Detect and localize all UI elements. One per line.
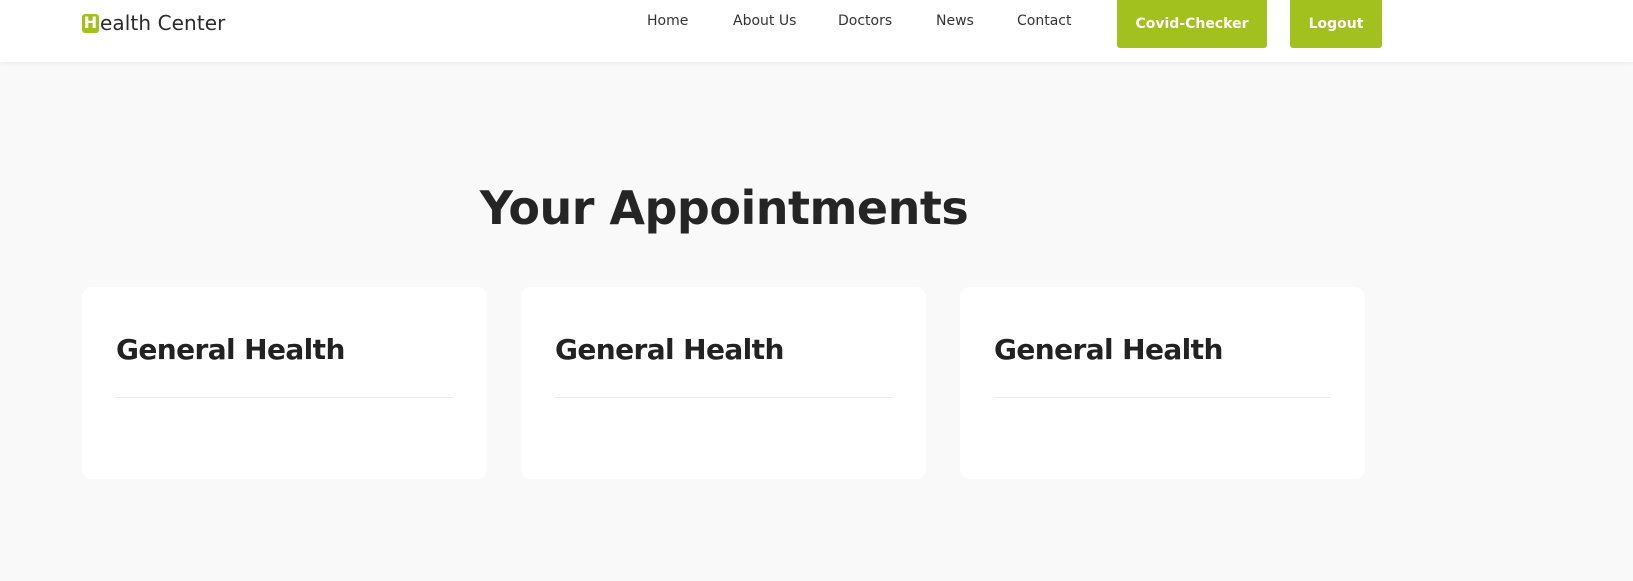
card-divider xyxy=(994,397,1331,398)
nav-link-doctors[interactable]: Doctors xyxy=(838,13,892,29)
nav-link-contact[interactable]: Contact xyxy=(1017,13,1071,29)
card-divider xyxy=(555,397,892,398)
appointment-card-title: General Health xyxy=(994,333,1223,366)
nav-link-about-us[interactable]: About Us xyxy=(733,13,796,29)
covid-checker-button[interactable]: Covid-Checker xyxy=(1117,0,1267,48)
page-title: Your Appointments xyxy=(479,181,969,235)
card-divider xyxy=(116,397,453,398)
brand-logo[interactable]: Health Center xyxy=(82,11,226,35)
nav-link-home[interactable]: Home xyxy=(647,13,688,29)
appointment-card[interactable]: General Health xyxy=(521,287,926,479)
logout-button[interactable]: Logout xyxy=(1290,0,1382,48)
nav-link-news[interactable]: News xyxy=(936,13,974,29)
navbar: Health Center Home About Us Doctors News… xyxy=(0,0,1633,62)
brand-name: ealth Center xyxy=(100,11,226,35)
appointment-card-title: General Health xyxy=(116,333,345,366)
appointment-card-title: General Health xyxy=(555,333,784,366)
brand-initial-box: H xyxy=(82,13,99,33)
appointment-card[interactable]: General Health xyxy=(960,287,1365,479)
appointment-card[interactable]: General Health xyxy=(82,287,487,479)
